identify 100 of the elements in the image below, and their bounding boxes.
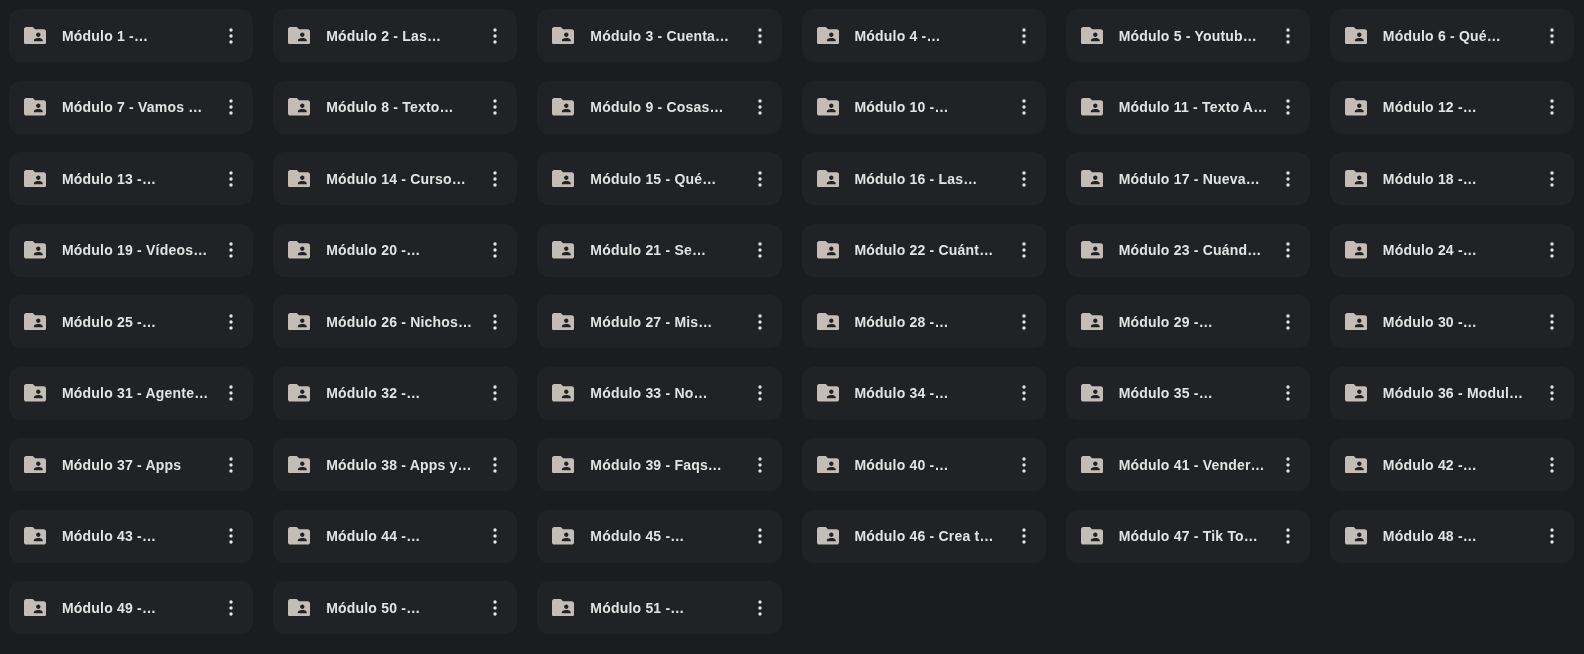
more-actions-button[interactable]	[1550, 242, 1554, 258]
folder-card[interactable]: Módulo 1 -…	[9, 9, 254, 62]
folder-card[interactable]: Módulo 49 -…	[9, 581, 254, 634]
folder-card[interactable]: Módulo 41 - Vender…	[1065, 438, 1310, 491]
more-actions-button[interactable]	[757, 599, 762, 616]
folder-card[interactable]: Módulo 47 - Tik To…	[1065, 509, 1310, 563]
more-actions-button[interactable]	[1550, 385, 1554, 401]
more-actions-button[interactable]	[1550, 27, 1554, 44]
more-actions-button[interactable]	[493, 385, 498, 401]
folder-card[interactable]: Módulo 21 - Se…	[537, 223, 782, 277]
more-actions-button[interactable]	[493, 313, 498, 330]
folder-card[interactable]: Módulo 6 - Qué…	[1329, 9, 1574, 62]
more-actions-button[interactable]	[229, 313, 234, 330]
more-actions-button[interactable]	[493, 99, 498, 115]
more-actions-button[interactable]	[1285, 99, 1290, 115]
more-actions-button[interactable]	[1550, 99, 1554, 115]
more-actions-button[interactable]	[1021, 170, 1026, 187]
folder-card[interactable]: Módulo 25 -…	[9, 295, 254, 348]
folder-card[interactable]: Módulo 28 -…	[801, 295, 1046, 348]
more-actions-button[interactable]	[229, 27, 234, 44]
more-actions-button[interactable]	[1285, 528, 1290, 544]
folder-card[interactable]: Módulo 23 - Cuánd…	[1065, 223, 1310, 277]
more-actions-button[interactable]	[757, 27, 762, 44]
folder-card[interactable]: Módulo 17 - Nueva…	[1065, 152, 1310, 205]
more-actions-button[interactable]	[1021, 313, 1026, 330]
more-actions-button[interactable]	[229, 385, 234, 401]
folder-card[interactable]: Módulo 2 - Las…	[273, 9, 518, 62]
folder-card[interactable]: Módulo 34 -…	[801, 366, 1046, 420]
folder-card[interactable]: Módulo 31 - Agente…	[9, 366, 254, 420]
more-actions-button[interactable]	[757, 528, 762, 544]
folder-card[interactable]: Módulo 4 -…	[801, 9, 1046, 62]
folder-card[interactable]: Módulo 38 - Apps y…	[273, 438, 518, 491]
more-actions-button[interactable]	[229, 599, 234, 616]
folder-card[interactable]: Módulo 19 - Vídeos…	[9, 223, 254, 277]
more-actions-button[interactable]	[1285, 385, 1290, 401]
folder-card[interactable]: Módulo 37 - Apps	[9, 438, 254, 491]
more-actions-button[interactable]	[1285, 456, 1290, 473]
more-actions-button[interactable]	[229, 528, 234, 544]
more-actions-button[interactable]	[1550, 170, 1554, 187]
more-actions-button[interactable]	[229, 170, 234, 187]
more-actions-button[interactable]	[1285, 242, 1290, 258]
folder-card[interactable]: Módulo 27 - Mis…	[537, 295, 782, 348]
folder-card[interactable]: Módulo 30 -…	[1329, 295, 1574, 348]
folder-card[interactable]: Módulo 3 - Cuenta…	[537, 9, 782, 62]
folder-card[interactable]: Módulo 50 -…	[273, 581, 518, 634]
folder-card[interactable]: Módulo 9 - Cosas…	[537, 80, 782, 134]
folder-card[interactable]: Módulo 22 - Cuánt…	[801, 223, 1046, 277]
folder-card[interactable]: Módulo 45 -…	[537, 509, 782, 563]
more-actions-button[interactable]	[229, 456, 234, 473]
folder-card[interactable]: Módulo 7 - Vamos …	[9, 80, 254, 134]
more-actions-button[interactable]	[1550, 456, 1554, 473]
more-actions-button[interactable]	[1550, 313, 1554, 330]
more-actions-button[interactable]	[1021, 99, 1026, 115]
folder-card[interactable]: Módulo 18 -…	[1329, 152, 1574, 205]
more-actions-button[interactable]	[229, 99, 234, 115]
folder-card[interactable]: Módulo 11 - Texto A…	[1065, 80, 1310, 134]
more-actions-button[interactable]	[493, 27, 498, 44]
folder-card[interactable]: Módulo 10 -…	[801, 80, 1046, 134]
folder-card[interactable]: Módulo 8 - Texto…	[273, 80, 518, 134]
folder-card[interactable]: Módulo 15 - Qué…	[537, 152, 782, 205]
more-actions-button[interactable]	[1285, 313, 1290, 330]
more-actions-button[interactable]	[757, 385, 762, 401]
more-actions-button[interactable]	[757, 456, 762, 473]
more-actions-button[interactable]	[1021, 385, 1026, 401]
folder-card[interactable]: Módulo 26 - Nichos…	[273, 295, 518, 348]
more-actions-button[interactable]	[493, 599, 498, 616]
folder-card[interactable]: Módulo 13 -…	[9, 152, 254, 205]
folder-card[interactable]: Módulo 16 - Las…	[801, 152, 1046, 205]
folder-card[interactable]: Módulo 51 -…	[537, 581, 782, 634]
more-actions-button[interactable]	[1285, 27, 1290, 44]
more-actions-button[interactable]	[493, 528, 498, 544]
folder-card[interactable]: Módulo 48 -…	[1329, 509, 1574, 563]
more-actions-button[interactable]	[757, 99, 762, 115]
folder-card[interactable]: Módulo 46 - Crea t…	[801, 509, 1046, 563]
folder-card[interactable]: Módulo 12 -…	[1329, 80, 1574, 134]
more-actions-button[interactable]	[1021, 27, 1026, 44]
more-actions-button[interactable]	[757, 242, 762, 258]
folder-card[interactable]: Módulo 43 -…	[9, 509, 254, 563]
folder-card[interactable]: Módulo 42 -…	[1329, 438, 1574, 491]
folder-card[interactable]: Módulo 24 -…	[1329, 223, 1574, 277]
folder-card[interactable]: Módulo 44 -…	[273, 509, 518, 563]
more-actions-button[interactable]	[757, 313, 762, 330]
folder-card[interactable]: Módulo 40 -…	[801, 438, 1046, 491]
folder-card[interactable]: Módulo 14 - Curso…	[273, 152, 518, 205]
more-actions-button[interactable]	[1550, 528, 1554, 544]
more-actions-button[interactable]	[1285, 170, 1290, 187]
more-actions-button[interactable]	[493, 242, 498, 258]
folder-card[interactable]: Módulo 32 -…	[273, 366, 518, 420]
more-actions-button[interactable]	[1021, 242, 1026, 258]
folder-card[interactable]: Módulo 35 -…	[1065, 366, 1310, 420]
more-actions-button[interactable]	[1021, 456, 1026, 473]
folder-card[interactable]: Módulo 20 -…	[273, 223, 518, 277]
folder-card[interactable]: Módulo 39 - Faqs…	[537, 438, 782, 491]
folder-card[interactable]: Módulo 5 - Youtub…	[1065, 9, 1310, 62]
more-actions-button[interactable]	[1021, 528, 1026, 544]
more-actions-button[interactable]	[757, 170, 762, 187]
more-actions-button[interactable]	[493, 456, 498, 473]
folder-card[interactable]: Módulo 33 - No…	[537, 366, 782, 420]
folder-card[interactable]: Módulo 29 -…	[1065, 295, 1310, 348]
more-actions-button[interactable]	[229, 242, 234, 258]
